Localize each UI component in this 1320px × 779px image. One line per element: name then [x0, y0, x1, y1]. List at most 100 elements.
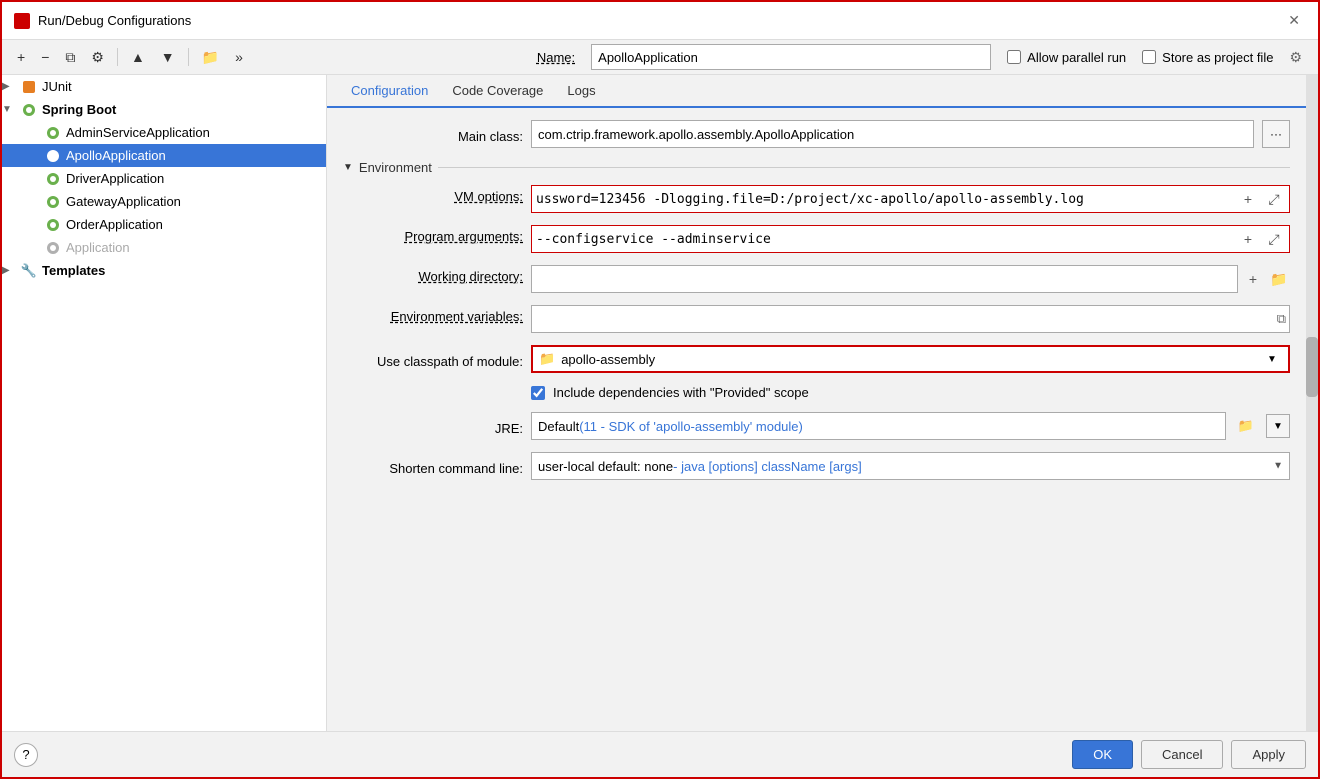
title-bar-left: Run/Debug Configurations: [14, 13, 191, 29]
jre-row: JRE: Default (11 - SDK of 'apollo-assemb…: [343, 412, 1290, 440]
program-args-add-icon[interactable]: +: [1237, 228, 1259, 250]
remove-button[interactable]: −: [34, 45, 56, 69]
toolbar: + − ⧉ ⚙ ▲ ▼ 📁 » Name: Allow parallel run…: [2, 40, 1318, 75]
toolbar-separator-2: [188, 48, 189, 66]
jre-hint-text: (11 - SDK of 'apollo-assembly' module): [579, 419, 803, 434]
working-dir-folder-icon[interactable]: 📁: [1268, 268, 1290, 290]
springboot-label: Spring Boot: [42, 102, 116, 117]
tabs: Configuration Code Coverage Logs: [327, 75, 1306, 108]
run-debug-dialog: Run/Debug Configurations ✕ + − ⧉ ⚙ ▲ ▼ 📁…: [0, 0, 1320, 779]
use-classpath-row: Use classpath of module: 📁 apollo-assemb…: [343, 345, 1290, 373]
order-label: OrderApplication: [66, 217, 163, 232]
main-class-row: Main class: ···: [343, 120, 1290, 148]
more-button[interactable]: »: [228, 45, 250, 69]
working-dir-add-icon[interactable]: +: [1242, 268, 1264, 290]
program-args-expand-icon[interactable]: ⤢: [1263, 228, 1285, 250]
scrollbar[interactable]: [1306, 75, 1318, 731]
tree-item-junit[interactable]: ▶ JUnit: [2, 75, 326, 98]
vm-options-expand-icon[interactable]: ⤢: [1263, 188, 1285, 210]
apollo-icon: [46, 149, 60, 163]
driver-icon: [46, 172, 60, 186]
tree-item-adminservice[interactable]: AdminServiceApplication: [2, 121, 326, 144]
environment-label: Environment: [359, 160, 432, 175]
toolbar-separator: [117, 48, 118, 66]
move-up-button[interactable]: ▲: [124, 45, 152, 69]
gear-icon[interactable]: ⚙: [1289, 49, 1302, 66]
section-divider: [438, 167, 1290, 168]
move-down-button[interactable]: ▼: [154, 45, 182, 69]
vm-options-input[interactable]: [536, 192, 1233, 207]
store-as-project-file-checkbox[interactable]: [1142, 50, 1156, 64]
application-label: Application: [66, 240, 130, 255]
main-content: ▶ JUnit ▼ Spring Boot AdminServiceApp: [2, 75, 1318, 731]
shorten-cmd-hint: - java [options] className [args]: [673, 459, 862, 474]
springboot-expand-icon: ▼: [2, 104, 16, 115]
main-class-browse-button[interactable]: ···: [1262, 120, 1290, 148]
include-deps-checkbox[interactable]: [531, 386, 545, 400]
environment-section-header: ▼ Environment: [343, 160, 1290, 175]
allow-parallel-run-label: Allow parallel run: [1007, 50, 1126, 65]
jre-default-text: Default: [538, 419, 579, 434]
apply-button[interactable]: Apply: [1231, 740, 1306, 769]
cancel-button[interactable]: Cancel: [1141, 740, 1223, 769]
jre-browse-button[interactable]: 📁: [1234, 414, 1258, 438]
jre-dropdown-button[interactable]: ▼: [1266, 414, 1290, 438]
adminservice-label: AdminServiceApplication: [66, 125, 210, 140]
classpath-dropdown-button[interactable]: ▼: [1262, 349, 1282, 369]
tab-codecoverage[interactable]: Code Coverage: [440, 75, 555, 108]
include-deps-label: Include dependencies with "Provided" sco…: [553, 385, 809, 400]
templates-expand-icon: ▶: [2, 265, 16, 276]
allow-parallel-run-checkbox[interactable]: [1007, 50, 1021, 64]
junit-label: JUnit: [42, 79, 72, 94]
tree-item-apollo[interactable]: ApolloApplication: [2, 144, 326, 167]
classpath-module-value: apollo-assembly: [561, 352, 655, 367]
env-vars-input[interactable]: [531, 305, 1290, 333]
help-button[interactable]: ?: [14, 743, 38, 767]
application-icon: [46, 241, 60, 255]
env-vars-row: Environment variables: ⧉: [343, 305, 1290, 333]
settings-button[interactable]: ⚙: [84, 45, 111, 70]
tree-item-application[interactable]: Application: [2, 236, 326, 259]
tree-item-templates[interactable]: ▶ 🔧 Templates: [2, 259, 326, 282]
jre-label: JRE:: [343, 417, 523, 436]
include-deps-row: Include dependencies with "Provided" sco…: [343, 385, 1290, 400]
tab-logs[interactable]: Logs: [555, 75, 607, 108]
name-label: Name:: [537, 50, 575, 65]
store-as-project-file-text: Store as project file: [1162, 50, 1273, 65]
add-button[interactable]: +: [10, 45, 32, 69]
copy-button[interactable]: ⧉: [58, 45, 82, 70]
vm-options-label: VM options:: [343, 185, 523, 204]
working-dir-input[interactable]: [531, 265, 1238, 293]
vm-options-add-icon[interactable]: +: [1237, 188, 1259, 210]
folder-button[interactable]: 📁: [195, 45, 226, 70]
config-panel: Main class: ··· ▼ Environment VM options…: [327, 108, 1306, 731]
driver-label: DriverApplication: [66, 171, 164, 186]
env-section-toggle[interactable]: ▼: [343, 162, 353, 173]
bottom-bar: ? OK Cancel Apply: [2, 731, 1318, 777]
close-button[interactable]: ✕: [1282, 10, 1306, 31]
program-args-label: Program arguments:: [343, 225, 523, 244]
working-dir-row: Working directory: + 📁: [343, 265, 1290, 293]
name-input[interactable]: [591, 44, 991, 70]
shorten-cmd-label: Shorten command line:: [343, 457, 523, 476]
store-as-project-file-label: Store as project file: [1142, 50, 1273, 65]
env-vars-copy-icon[interactable]: ⧉: [1277, 311, 1286, 327]
allow-parallel-run-text: Allow parallel run: [1027, 50, 1126, 65]
tree-item-driver[interactable]: DriverApplication: [2, 167, 326, 190]
dialog-title: Run/Debug Configurations: [38, 13, 191, 28]
apollo-label: ApolloApplication: [66, 148, 166, 163]
vm-options-row: VM options: + ⤢: [343, 185, 1290, 213]
ok-button[interactable]: OK: [1072, 740, 1133, 769]
junit-icon: [22, 80, 36, 94]
shorten-dropdown-icon[interactable]: ▼: [1273, 461, 1283, 472]
program-args-input[interactable]: [536, 232, 1233, 247]
tab-configuration[interactable]: Configuration: [339, 75, 440, 108]
main-class-label: Main class:: [343, 125, 523, 144]
tree-item-springboot[interactable]: ▼ Spring Boot: [2, 98, 326, 121]
main-class-input[interactable]: [531, 120, 1254, 148]
use-classpath-label: Use classpath of module:: [343, 350, 523, 369]
shorten-cmd-row: Shorten command line: user-local default…: [343, 452, 1290, 480]
program-args-row: Program arguments: + ⤢: [343, 225, 1290, 253]
tree-item-gateway[interactable]: GatewayApplication: [2, 190, 326, 213]
tree-item-order[interactable]: OrderApplication: [2, 213, 326, 236]
